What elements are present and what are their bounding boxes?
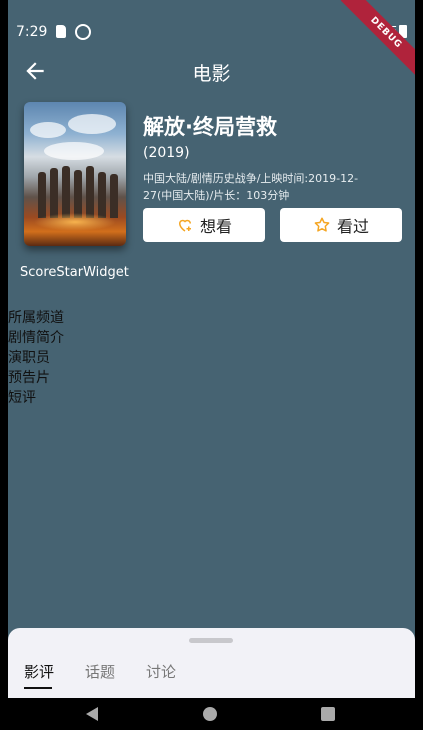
bottom-sheet[interactable]: 影评 话题 讨论 (8, 628, 415, 698)
system-nav-bar (0, 698, 423, 730)
tab-topics[interactable]: 话题 (85, 661, 115, 682)
movie-info: 中国大陆/剧情历史战争/上映时间:2019-12-27(中国大陆)/片长：103… (143, 172, 359, 202)
nav-home-icon[interactable] (203, 707, 217, 721)
app-screen: 7:29 LTE DEBUG 电影 解放·终局营救 (2019) 中国大陆/剧情… (8, 0, 415, 730)
want-to-see-button[interactable]: 想看 (143, 208, 265, 242)
sd-card-icon (56, 25, 66, 38)
section-channel[interactable]: 所属频道 (8, 308, 64, 328)
nav-recents-icon[interactable] (321, 707, 335, 721)
section-list: 所属频道 剧情简介 演职员 预告片 短评 (8, 308, 64, 408)
star-icon (314, 217, 330, 232)
seen-button[interactable]: 看过 (280, 208, 402, 242)
movie-title: 解放·终局营救 (143, 115, 277, 139)
heart-plus-icon (178, 219, 191, 232)
active-tab-indicator (24, 687, 52, 689)
seen-label: 看过 (336, 217, 369, 236)
tab-reviews[interactable]: 影评 (24, 661, 54, 682)
movie-poster[interactable] (24, 102, 126, 246)
section-synopsis[interactable]: 剧情简介 (8, 328, 64, 348)
sync-icon (75, 24, 91, 40)
score-star-widget: ScoreStarWidget (20, 265, 129, 280)
status-bar: 7:29 LTE (8, 18, 415, 46)
section-cast[interactable]: 演职员 (8, 348, 64, 368)
status-time: 7:29 (16, 24, 48, 40)
page-title: 电影 (192, 63, 231, 85)
section-trailer[interactable]: 预告片 (8, 368, 64, 388)
want-to-see-label: 想看 (199, 217, 232, 236)
section-short-review[interactable]: 短评 (8, 388, 64, 408)
movie-year: (2019) (143, 145, 190, 161)
drag-handle[interactable] (189, 638, 233, 643)
tab-discussion[interactable]: 讨论 (146, 661, 176, 682)
app-bar: 电影 (8, 48, 415, 94)
nav-back-icon[interactable] (86, 707, 98, 721)
